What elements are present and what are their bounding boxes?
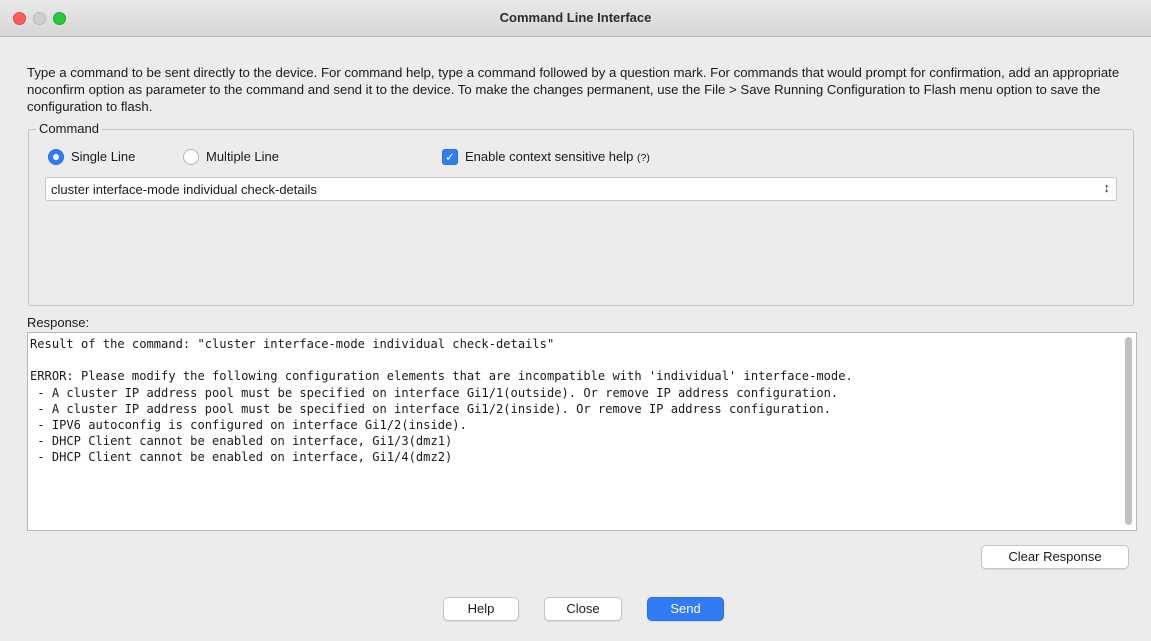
command-combobox[interactable]: cluster interface-mode individual check-… — [45, 177, 1117, 201]
response-line: - A cluster IP address pool must be spec… — [30, 385, 839, 400]
help-question-icon: (?) — [637, 152, 650, 164]
single-line-radio[interactable] — [48, 149, 64, 165]
scrollbar-thumb[interactable] — [1125, 337, 1132, 525]
help-button[interactable]: Help — [443, 597, 519, 621]
context-help-checkbox[interactable]: ✓ — [442, 149, 458, 165]
command-input-value[interactable]: cluster interface-mode individual check-… — [51, 182, 317, 197]
response-line: ERROR: Please modify the following confi… — [30, 369, 853, 384]
response-line: - DHCP Client cannot be enabled on inter… — [30, 450, 453, 465]
send-button[interactable]: Send — [647, 597, 724, 621]
single-line-label[interactable]: Single Line — [71, 149, 135, 164]
response-line: - A cluster IP address pool must be spec… — [30, 401, 831, 416]
clear-response-button[interactable]: Clear Response — [981, 545, 1129, 569]
response-output: Result of the command: "cluster interfac… — [30, 336, 1118, 466]
multiple-line-label[interactable]: Multiple Line — [206, 149, 279, 164]
context-help-label[interactable]: Enable context sensitive help (?) — [465, 149, 650, 164]
window-title: Command Line Interface — [499, 10, 652, 25]
response-line: Result of the command: "cluster interfac… — [30, 337, 555, 351]
response-line — [30, 352, 1118, 368]
checkmark-icon: ✓ — [444, 150, 456, 164]
response-text-area[interactable]: Result of the command: "cluster interfac… — [27, 332, 1137, 531]
context-help-text: Enable context sensitive help — [465, 149, 634, 164]
command-group-legend: Command — [36, 121, 102, 136]
cli-window: Command Line Interface Type a command to… — [0, 0, 1151, 641]
multiple-line-radio[interactable] — [183, 149, 199, 165]
response-line: - DHCP Client cannot be enabled on inter… — [30, 434, 453, 449]
intro-text: Type a command to be sent directly to th… — [27, 65, 1120, 114]
chevron-updown-icon[interactable]: ↕ — [1104, 180, 1111, 195]
response-scrollbar[interactable] — [1122, 335, 1134, 528]
title-bar: Command Line Interface — [0, 0, 1151, 37]
response-label: Response: — [27, 315, 90, 330]
close-button[interactable]: Close — [544, 597, 622, 621]
response-line: - IPV6 autoconfig is configured on inter… — [30, 418, 467, 433]
